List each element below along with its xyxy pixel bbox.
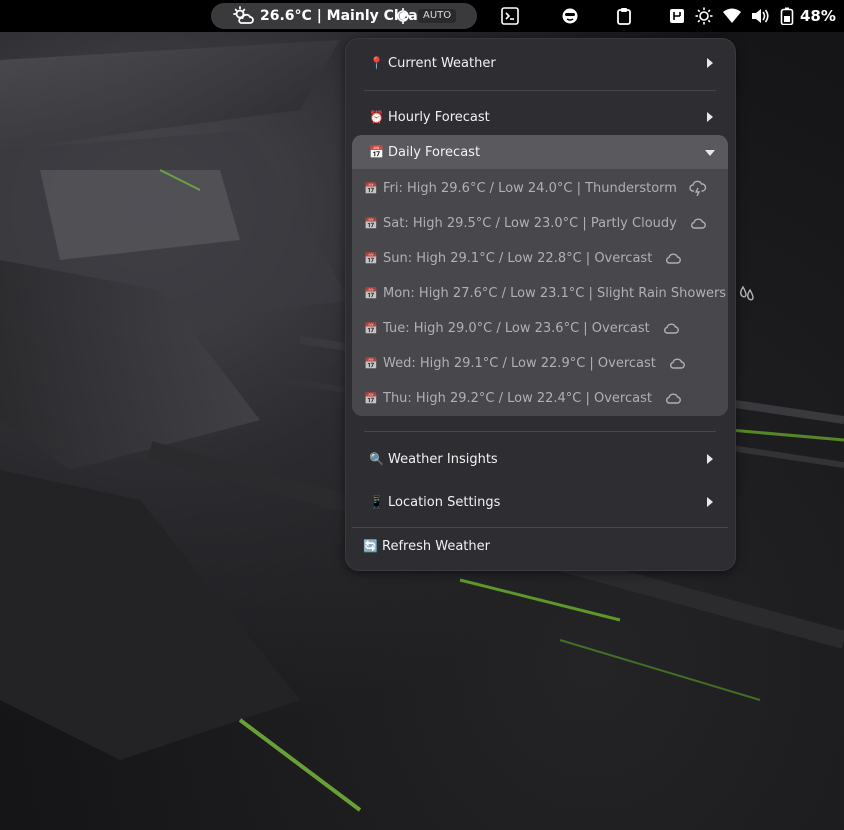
partly-sunny-icon: [232, 6, 254, 30]
forecast-text: Tue: High 29.0°C / Low 23.6°C | Overcast: [383, 320, 650, 336]
chevron-right-icon: [707, 497, 713, 507]
forecast-text: Wed: High 29.1°C / Low 22.9°C | Overcast: [383, 355, 656, 371]
rain-drops-icon: [740, 285, 754, 301]
daily-forecast-row-tue[interactable]: 📅 Tue: High 29.0°C / Low 23.6°C | Overca…: [364, 318, 680, 338]
forecast-text: Fri: High 29.6°C / Low 24.0°C | Thunders…: [383, 180, 677, 196]
mobile-phone-icon: 📱: [369, 495, 384, 509]
top-bar: 26.6°C | Mainly Clear AUTO 48%: [0, 0, 844, 32]
forecast-text: Mon: High 27.6°C / Low 23.1°C | Slight R…: [383, 285, 727, 301]
separator: [364, 90, 716, 91]
weather-dropdown-menu: 📍 Current Weather ⏰ Hourly Forecast 📅 Da…: [345, 38, 754, 571]
calendar-icon: 📅: [364, 216, 378, 230]
calendar-icon: 📅: [364, 251, 378, 265]
menu-item-label: Weather Insights: [388, 451, 498, 467]
calendar-icon: 📅: [364, 286, 378, 300]
calendar-icon: 📅: [364, 321, 378, 335]
cloud-icon: [666, 253, 682, 264]
menu-item-label: Current Weather: [388, 55, 496, 71]
menu-item-refresh-weather[interactable]: 🔄 Refresh Weather: [363, 536, 490, 556]
calendar-icon: 📅: [364, 181, 378, 195]
magnifier-icon: 🔍: [369, 452, 384, 466]
battery-icon[interactable]: [780, 7, 794, 29]
cloud-icon: [669, 358, 685, 369]
forecast-text: Thu: High 29.2°C / Low 22.4°C | Overcast: [383, 390, 652, 406]
brightness-icon[interactable]: [695, 7, 713, 29]
chevron-right-icon: [707, 112, 713, 122]
forecast-text: Sun: High 29.1°C / Low 22.8°C | Overcast: [383, 250, 653, 266]
daily-forecast-row-wed[interactable]: 📅 Wed: High 29.1°C / Low 22.9°C | Overca…: [364, 353, 686, 373]
calendar-icon: 📅: [369, 145, 384, 159]
terminal-icon[interactable]: [501, 7, 519, 29]
forecast-text: Sat: High 29.5°C / Low 23.0°C | Partly C…: [383, 215, 677, 231]
battery-percentage: 48%: [800, 7, 836, 25]
daily-forecast-row-sat[interactable]: 📅 Sat: High 29.5°C / Low 23.0°C | Partly…: [364, 213, 707, 233]
weather-indicator-button[interactable]: 26.6°C | Mainly Clear AUTO: [211, 3, 477, 29]
refresh-icon: 🔄: [363, 539, 378, 553]
chevron-right-icon: [707, 58, 713, 68]
pin-icon: 📍: [369, 56, 384, 70]
daily-forecast-row-sun[interactable]: 📅 Sun: High 29.1°C / Low 22.8°C | Overca…: [364, 248, 682, 268]
location-crosshair-icon: [395, 8, 411, 28]
chevron-down-icon: [705, 150, 715, 156]
thunderstorm-icon: [689, 180, 707, 196]
menu-item-weather-insights[interactable]: 🔍 Weather Insights: [369, 449, 498, 469]
menu-item-location-settings[interactable]: 📱 Location Settings: [369, 492, 500, 512]
daily-forecast-row-fri[interactable]: 📅 Fri: High 29.6°C / Low 24.0°C | Thunde…: [364, 178, 707, 198]
daily-forecast-row-mon[interactable]: 📅 Mon: High 27.6°C / Low 23.1°C | Slight…: [364, 283, 756, 303]
clipboard-icon[interactable]: [615, 7, 633, 29]
face-icon[interactable]: [561, 7, 579, 29]
separator: [364, 431, 716, 432]
cloud-icon: [666, 393, 681, 404]
volume-icon[interactable]: [750, 7, 770, 29]
menu-item-label: Refresh Weather: [382, 538, 490, 554]
wifi-icon[interactable]: [722, 7, 742, 29]
separator: [352, 527, 728, 528]
menu-item-hourly-forecast[interactable]: ⏰ Hourly Forecast: [369, 107, 490, 127]
menu-item-daily-forecast[interactable]: 📅 Daily Forecast: [352, 135, 728, 169]
chevron-right-icon: [707, 454, 713, 464]
menu-item-current-weather[interactable]: 📍 Current Weather: [369, 53, 496, 73]
calendar-icon: 📅: [364, 356, 378, 370]
cloud-icon: [690, 218, 706, 229]
daily-forecast-section: 📅 Daily Forecast 📅 Fri: High 29.6°C / Lo…: [352, 135, 754, 416]
auto-location-badge: AUTO: [418, 9, 457, 23]
daily-forecast-row-thu[interactable]: 📅 Thu: High 29.2°C / Low 22.4°C | Overca…: [364, 388, 682, 408]
calendar-icon: 📅: [364, 391, 378, 405]
cloud-icon: [663, 323, 679, 334]
alarm-clock-icon: ⏰: [369, 110, 384, 124]
menu-item-label: Hourly Forecast: [388, 109, 490, 125]
menu-item-label: Daily Forecast: [388, 144, 481, 160]
input-method-icon[interactable]: [668, 7, 686, 29]
menu-item-label: Location Settings: [388, 494, 501, 510]
